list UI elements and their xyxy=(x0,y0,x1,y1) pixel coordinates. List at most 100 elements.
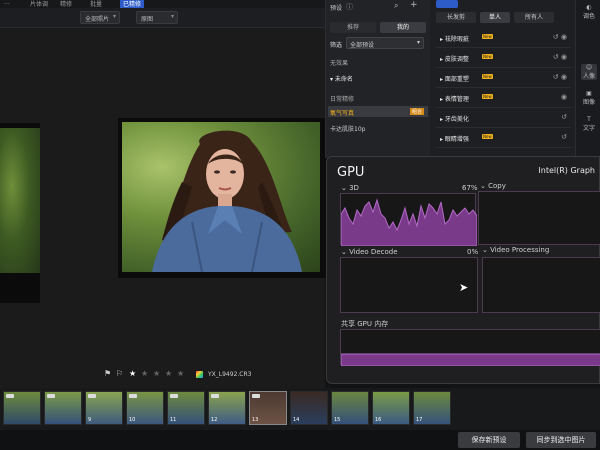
star-icon[interactable]: ★ xyxy=(177,369,184,378)
tool-text[interactable]: T 文字 xyxy=(581,116,597,132)
thumbnail-number: 13 xyxy=(252,417,259,423)
thumbnail[interactable]: 11 xyxy=(167,391,205,425)
thumbnail-tag xyxy=(129,394,137,398)
help-icon[interactable]: ⓘ xyxy=(346,2,353,12)
chart-3d-graph xyxy=(341,198,477,246)
section-label: ▸ 牙齿美化 xyxy=(440,116,469,123)
reset-icon[interactable]: ↺ xyxy=(561,113,567,121)
section-label: ▸ 眼睛增强 xyxy=(440,136,469,143)
add-icon[interactable]: + xyxy=(410,0,418,10)
tab-everyone[interactable]: 所有人 xyxy=(514,12,554,23)
chevron-down-icon: ▾ xyxy=(112,13,116,20)
section-label-text: 表情管理 xyxy=(444,96,469,103)
portrait-image xyxy=(152,130,302,272)
top-menu: ... 片体调 精修 批量 已精修 xyxy=(0,0,325,8)
photo-canvas[interactable] xyxy=(0,28,328,388)
chart-label-text: Video Decode xyxy=(349,248,398,256)
thumbnail[interactable]: 10 xyxy=(126,391,164,425)
gpu-title: GPU xyxy=(337,165,365,180)
thumbnail-number: 16 xyxy=(375,417,382,423)
tab-long-hair[interactable]: 长发剪 xyxy=(436,12,476,23)
preset-daily[interactable]: 日常精修 xyxy=(330,94,354,103)
section-blemish[interactable]: ▸ 祛除瑕疵 New ↺ ◉ xyxy=(436,28,571,48)
color-label-icon[interactable] xyxy=(196,371,203,378)
image-icon: ▣ xyxy=(586,90,592,97)
thumbnail-number: 12 xyxy=(211,417,218,423)
reset-icon[interactable]: ◉ xyxy=(561,93,567,101)
new-badge: New xyxy=(482,54,493,59)
tool-image[interactable]: ▣ 图像 xyxy=(581,90,597,106)
section-teeth[interactable]: ▸ 牙齿美化 ↺ xyxy=(436,108,571,128)
filter-dropdown[interactable]: 全部照片 ▾ xyxy=(80,11,120,24)
section-eyes[interactable]: ▸ 眼睛增强 New ↺ xyxy=(436,128,571,148)
section-expression[interactable]: ▸ 表情管理 New ◉ xyxy=(436,88,571,108)
menu-item[interactable]: 片体调 xyxy=(30,0,48,8)
preset-selected-row[interactable]: 氧气写真 组合 xyxy=(328,106,428,117)
chart-video-processing[interactable] xyxy=(482,257,600,313)
reset-icon[interactable]: ↺ ◉ xyxy=(553,53,567,61)
menu-item[interactable]: 批量 xyxy=(90,0,102,8)
chart-percent-video-decode: 0% xyxy=(467,248,479,256)
chart-copy[interactable] xyxy=(478,191,600,245)
new-badge: New xyxy=(482,74,493,79)
flag-reject-icon[interactable]: ⚐ xyxy=(116,369,123,378)
star-icon[interactable]: ★ xyxy=(165,369,172,378)
thumbnail[interactable] xyxy=(3,391,41,425)
tool-portrait[interactable]: ☺ 人像 xyxy=(581,64,597,80)
preset-folder[interactable]: ▾ 未命名 xyxy=(330,74,353,83)
thumbnail[interactable]: 14 xyxy=(290,391,328,425)
section-label-text: 面部重塑 xyxy=(444,76,469,83)
combo-badge: 组合 xyxy=(409,108,424,115)
star-icon[interactable]: ★ xyxy=(153,369,160,378)
thumbnail-tag xyxy=(47,394,55,398)
reset-icon[interactable]: ↺ ◉ xyxy=(553,33,567,41)
thumbnail[interactable]: 16 xyxy=(372,391,410,425)
thumbnail-number: 11 xyxy=(170,417,177,423)
menu-item[interactable]: 精修 xyxy=(60,0,72,8)
view-dropdown-value: 原图 xyxy=(141,16,154,23)
chart-label-video-processing: ⌄ Video Processing xyxy=(482,246,550,254)
flag-icon[interactable]: ⚑ xyxy=(104,369,111,378)
screen: ... 片体调 精修 批量 已精修 全部照片 ▾ 原图 ▾ ⚑ ⚐ ★ ★ ★ … xyxy=(0,0,600,450)
chart-label-shared-memory: 共享 GPU 内存 xyxy=(341,320,389,328)
thumbnail-selected[interactable]: 13 xyxy=(249,391,287,425)
reset-icon[interactable]: ↺ xyxy=(561,133,567,141)
preset-kadaa[interactable]: 卡达肌肤10p xyxy=(330,124,365,133)
preset-filter-dropdown[interactable]: 全部预设 ▾ xyxy=(346,37,424,49)
thumbnail[interactable]: 15 xyxy=(331,391,369,425)
reset-icon[interactable]: ↺ ◉ xyxy=(553,73,567,81)
menu-item[interactable]: ... xyxy=(4,0,10,6)
menu-item-active[interactable]: 已精修 xyxy=(120,0,145,8)
tab-mine[interactable]: 我的 xyxy=(380,22,426,33)
section-label-text: 皮肤调整 xyxy=(444,56,469,63)
thumbnail[interactable]: 12 xyxy=(208,391,246,425)
tool-label: 人像 xyxy=(582,73,595,80)
main-photo[interactable] xyxy=(122,122,320,272)
previous-photo[interactable] xyxy=(0,128,40,273)
star-icon[interactable]: ★ xyxy=(141,369,148,378)
tab-recommend[interactable]: 推荐 xyxy=(330,22,376,33)
thumbnail[interactable]: 9 xyxy=(85,391,123,425)
sync-selected-button[interactable]: 同步到选中图片 xyxy=(526,432,596,448)
tab-single[interactable]: 单人 xyxy=(480,12,510,23)
preset-none[interactable]: 无效果 xyxy=(330,58,348,67)
section-label-text: 牙齿美化 xyxy=(444,116,469,123)
save-preset-button[interactable]: 保存新预设 xyxy=(458,432,520,448)
section-face-reshape[interactable]: ▸ 面部重塑 New ↺ ◉ xyxy=(436,68,571,88)
thumbnail[interactable] xyxy=(44,391,82,425)
presets-header: 预设 xyxy=(330,5,343,12)
star-icon[interactable]: ★ xyxy=(129,369,136,378)
chart-label-3d: ⌄ 3D xyxy=(341,184,359,192)
chart-shared-memory[interactable] xyxy=(340,329,600,366)
chart-3d[interactable] xyxy=(340,193,477,246)
section-skin[interactable]: ▸ 皮肤调整 New ↺ ◉ xyxy=(436,48,571,68)
active-tool-indicator[interactable] xyxy=(436,0,458,8)
chart-video-decode[interactable] xyxy=(340,257,478,313)
chart-label-text: 3D xyxy=(349,184,359,192)
section-label: ▸ 表情管理 xyxy=(440,96,469,103)
search-icon[interactable]: ⌕ xyxy=(394,1,398,11)
thumbnail[interactable]: 17 xyxy=(413,391,451,425)
tool-color[interactable]: ◐ 调色 xyxy=(581,4,597,20)
preset-filter-value: 全部预设 xyxy=(350,42,375,49)
view-dropdown[interactable]: 原图 ▾ xyxy=(136,11,178,24)
